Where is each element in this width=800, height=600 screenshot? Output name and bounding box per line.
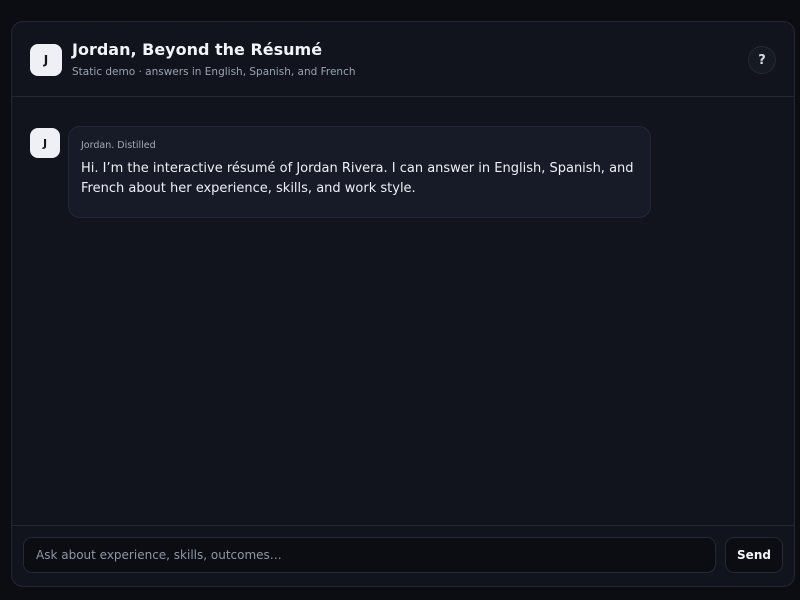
message-avatar: J — [30, 128, 60, 158]
message-bubble: Jordan. Distilled Hi. I’m the interactiv… — [68, 126, 651, 218]
message-input[interactable] — [23, 537, 716, 573]
chat-header: J Jordan, Beyond the Résumé Static demo … — [12, 22, 794, 97]
message-composer: Send — [12, 525, 794, 586]
message-text: Hi. I’m the interactive résumé of Jordan… — [81, 161, 634, 196]
page-subtitle: Static demo · answers in English, Spanis… — [72, 66, 356, 78]
message-list: J Jordan. Distilled Hi. I’m the interact… — [12, 98, 794, 526]
chat-app: J Jordan, Beyond the Résumé Static demo … — [11, 21, 795, 587]
message-sender: Jordan. Distilled — [81, 140, 156, 151]
bot-avatar: J — [30, 44, 62, 76]
help-button[interactable]: ? — [748, 46, 776, 74]
send-button[interactable]: Send — [725, 537, 783, 573]
page-title: Jordan, Beyond the Résumé — [72, 40, 323, 59]
